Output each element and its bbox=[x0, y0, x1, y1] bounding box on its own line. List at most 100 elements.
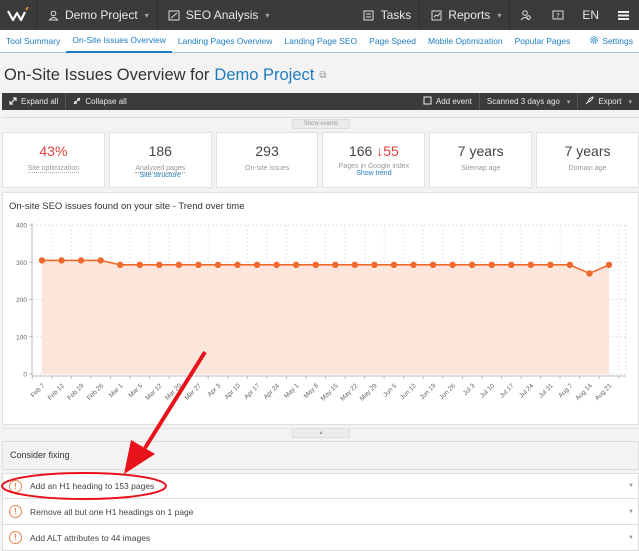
card-value: 7 years bbox=[564, 143, 611, 159]
chevron-down-icon[interactable]: ▼ bbox=[628, 483, 634, 489]
x-tick-labels: Feb 7 Feb 12 Feb 19 Feb 26 Mar 1 Mar 5 Mar 12 M… bbox=[30, 382, 614, 402]
warning-icon: ! bbox=[9, 505, 22, 518]
tab-mobile-optimization[interactable]: Mobile Optimization bbox=[422, 30, 509, 53]
data-point bbox=[332, 261, 339, 269]
card-label: Domain age bbox=[568, 165, 607, 172]
x-tick-label: Jul 31 bbox=[538, 382, 555, 399]
x-tick-label: Feb 12 bbox=[47, 382, 67, 402]
hamburger-menu-button[interactable] bbox=[607, 0, 639, 30]
note-icon bbox=[423, 96, 432, 107]
show-trend-link[interactable]: Show trend bbox=[323, 170, 424, 177]
y-tick-label: 400 bbox=[16, 223, 27, 230]
tab-landing-pages-overview[interactable]: Landing Pages Overview bbox=[172, 30, 279, 53]
x-tick-label: Mar 5 bbox=[127, 382, 144, 399]
collapse-all-button[interactable]: Collapse all bbox=[66, 93, 133, 110]
card-value: 43% bbox=[39, 143, 68, 159]
card-analyzed-pages: 186 Analyzed pages Site structure bbox=[108, 132, 212, 188]
expand-all-button[interactable]: Expand all bbox=[2, 93, 65, 110]
data-point bbox=[156, 261, 163, 269]
card-label: Analyzed pages bbox=[110, 165, 211, 173]
data-point bbox=[449, 261, 456, 269]
data-point bbox=[77, 257, 85, 264]
x-tick-label: May 22 bbox=[339, 382, 359, 402]
x-tick-label: Jul 10 bbox=[479, 382, 496, 399]
site-structure-link[interactable]: Site structure bbox=[110, 172, 211, 179]
x-tick-label: May 15 bbox=[320, 382, 340, 402]
project-dropdown[interactable]: Demo Project ▾ bbox=[36, 0, 157, 30]
tab-page-speed[interactable]: Page Speed bbox=[363, 30, 422, 53]
card-label: On-site issues bbox=[244, 165, 290, 172]
rocket-icon bbox=[585, 96, 595, 107]
chevron-down-icon: ▾ bbox=[628, 98, 632, 106]
issue-text: Add ALT attributes to 44 images bbox=[30, 532, 151, 543]
chevron-down-icon: ▾ bbox=[144, 10, 149, 20]
card-on-site-issues: 293 On-site issues bbox=[215, 132, 319, 188]
x-tick-label: Jun 26 bbox=[438, 382, 457, 401]
module-dropdown[interactable]: SEO Analysis ▾ bbox=[156, 0, 278, 30]
module-name: SEO Analysis bbox=[185, 8, 259, 22]
x-tick-label: May 29 bbox=[359, 382, 379, 402]
card-value: 293 bbox=[255, 143, 279, 159]
card-site-optimization: 43% Site optimization bbox=[2, 132, 105, 188]
external-link-icon[interactable]: ⧉ bbox=[319, 70, 326, 81]
issue-row[interactable]: ! Add ALT attributes to 44 images ▼ bbox=[2, 525, 639, 551]
scanned-dropdown[interactable]: Scanned 3 days ago ▾ bbox=[480, 93, 577, 110]
chevron-down-icon[interactable]: ▼ bbox=[628, 509, 634, 515]
data-point bbox=[292, 261, 300, 269]
card-domain-age: 7 years Domain age bbox=[536, 132, 639, 188]
x-tick-label: May 1 bbox=[283, 382, 301, 400]
card-google-index: 166 ↓55 Pages in Google index Show trend bbox=[322, 132, 426, 188]
issues-list: ! Add an H1 heading to 153 pages ▼ ! Rem… bbox=[2, 473, 639, 551]
show-events-button[interactable]: Show events bbox=[292, 119, 350, 129]
tab-landing-page-seo[interactable]: Landing Page SEO bbox=[278, 30, 363, 53]
x-tick-label: Jul 17 bbox=[498, 382, 515, 399]
tab-on-site-issues-overview[interactable]: On-Site Issues Overview bbox=[66, 30, 172, 53]
data-point bbox=[273, 261, 280, 269]
help-button[interactable]: ? bbox=[542, 0, 574, 30]
logo-icon bbox=[7, 7, 29, 22]
reports-dropdown[interactable]: Reports ▾ bbox=[419, 0, 509, 30]
x-tick-label: Jun 19 bbox=[419, 382, 438, 401]
user-icon bbox=[45, 7, 61, 23]
help-icon: ? bbox=[550, 7, 566, 23]
collapse-chart-button[interactable]: ▴ bbox=[292, 428, 350, 438]
action-toolbar: Expand all Collapse all Add event Scanne… bbox=[2, 93, 639, 110]
tab-tool-summary[interactable]: Tool Summary bbox=[0, 30, 66, 53]
sub-navigation: Tool Summary On-Site Issues Overview Lan… bbox=[0, 30, 639, 53]
tasks-label: Tasks bbox=[380, 8, 412, 22]
seo-analysis-icon bbox=[166, 7, 182, 23]
tasks-button[interactable]: Tasks bbox=[353, 0, 420, 30]
x-tick-label: Feb 19 bbox=[66, 382, 86, 402]
tab-popular-pages[interactable]: Popular Pages bbox=[509, 30, 577, 53]
page-title: On-Site Issues Overview for Demo Project… bbox=[4, 66, 327, 85]
settings-link[interactable]: Settings bbox=[589, 35, 633, 47]
data-point bbox=[214, 261, 222, 269]
issue-row[interactable]: ! Add an H1 heading to 153 pages ▼ bbox=[2, 473, 639, 499]
language-selector[interactable]: EN bbox=[574, 0, 607, 30]
data-point bbox=[468, 261, 476, 269]
y-tick-label: 0 bbox=[23, 372, 27, 379]
add-event-button[interactable]: Add event bbox=[416, 93, 479, 110]
events-divider bbox=[2, 117, 639, 118]
x-tick-label: Apr 3 bbox=[206, 382, 222, 398]
data-point bbox=[586, 270, 593, 277]
x-tick-label: Feb 26 bbox=[86, 382, 106, 402]
data-point bbox=[429, 261, 437, 269]
export-dropdown[interactable]: Export ▾ bbox=[578, 93, 639, 110]
data-point bbox=[508, 261, 515, 269]
issue-text: Add an H1 heading to 153 pages bbox=[30, 481, 155, 491]
x-tick-label: Aug 14 bbox=[574, 382, 594, 402]
project-link[interactable]: Demo Project bbox=[214, 66, 314, 85]
app-logo[interactable] bbox=[0, 0, 36, 30]
scanned-label: Scanned 3 days ago bbox=[486, 97, 560, 106]
chevron-down-icon[interactable]: ▼ bbox=[628, 535, 634, 541]
data-point bbox=[605, 261, 613, 269]
x-tick-label: Jun 5 bbox=[382, 382, 398, 398]
y-tick-label: 200 bbox=[16, 297, 27, 304]
reports-icon bbox=[428, 7, 444, 23]
x-tick-label: Mar 1 bbox=[108, 382, 125, 399]
expand-all-label: Expand all bbox=[21, 97, 59, 106]
account-button[interactable] bbox=[509, 0, 542, 30]
issue-row[interactable]: ! Remove all but one H1 headings on 1 pa… bbox=[2, 499, 639, 525]
x-tick-label: Apr 17 bbox=[243, 382, 262, 401]
